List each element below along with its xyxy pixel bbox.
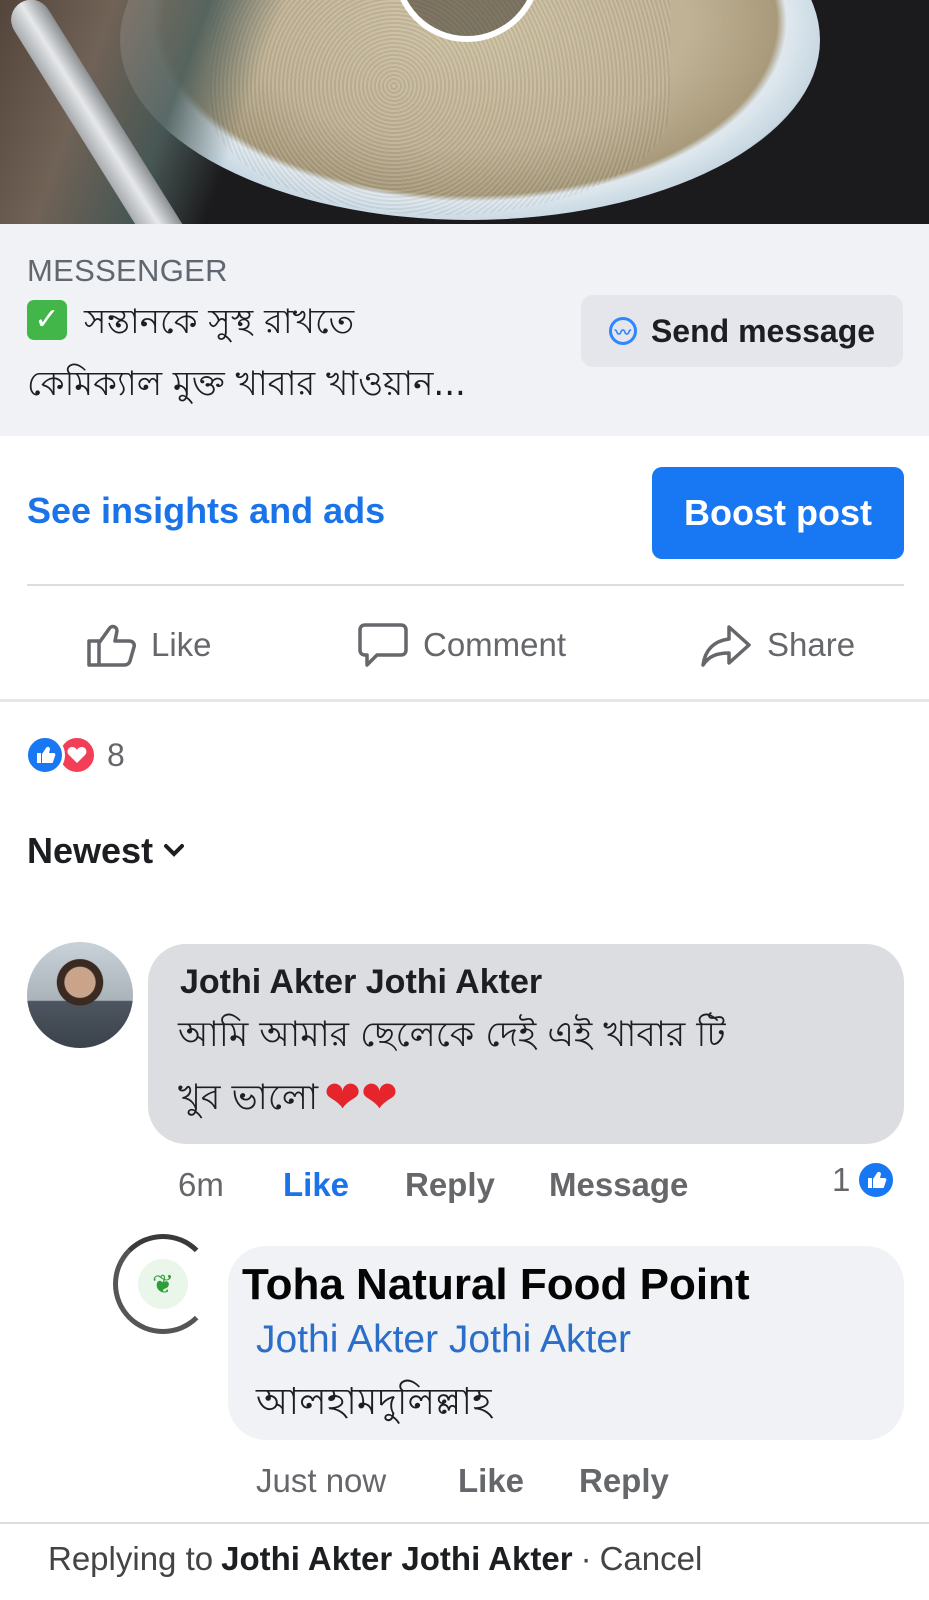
divider (0, 699, 929, 702)
chevron-down-icon (164, 844, 185, 857)
comment-icon (358, 623, 408, 667)
check-mark-icon: ✓ (27, 300, 67, 340)
comment-author[interactable]: Jothi Akter Jothi Akter (180, 963, 542, 1002)
reply-author[interactable]: Toha Natural Food Point (242, 1260, 750, 1310)
share-icon (701, 625, 751, 667)
ad-headline-line1: সন্তানকে সুস্থ রাখতে (84, 302, 355, 342)
post-video[interactable] (0, 0, 929, 224)
divider (0, 1522, 929, 1524)
comment-timestamp: 6m (178, 1166, 224, 1203)
messenger-icon: 〰 (608, 317, 637, 345)
avatar[interactable] (27, 942, 133, 1048)
comment-like-button[interactable]: Like (283, 1166, 349, 1204)
thumbs-up-icon (87, 624, 136, 667)
sort-label: Newest (27, 830, 154, 871)
reply-reply-button[interactable]: Reply (579, 1462, 669, 1500)
comment-like-count[interactable]: 1 (832, 1160, 897, 1200)
reply-timestamp: Just now (256, 1462, 387, 1499)
comment-button[interactable]: Comment (357, 615, 566, 675)
boost-post-button[interactable]: Boost post (652, 467, 904, 559)
replying-to-name: Jothi Akter Jothi Akter (221, 1540, 573, 1577)
share-button[interactable]: Share (699, 615, 855, 675)
leaf-logo-icon: ❦ (138, 1259, 188, 1309)
heart-emoji-icon: ❤❤ (324, 1072, 398, 1123)
reaction-summary[interactable]: 8 (25, 733, 125, 777)
send-message-label: Send message (650, 312, 876, 349)
share-label: Share (767, 626, 856, 663)
like-reaction-icon (25, 735, 65, 775)
send-message-button[interactable]: 〰 Send message (581, 295, 903, 367)
reply-like-button[interactable]: Like (458, 1462, 524, 1500)
comment-reply-button[interactable]: Reply (405, 1166, 495, 1204)
cancel-reply-button[interactable]: Cancel (600, 1540, 703, 1578)
divider (27, 584, 904, 586)
comment-label: Comment (423, 626, 567, 663)
replying-prefix: Replying to (48, 1540, 214, 1577)
reply-text: আলহামদুলিল্লাহ (256, 1380, 492, 1423)
comment-sort-dropdown[interactable]: Newest (27, 830, 185, 872)
comment-like-count-value: 1 (832, 1161, 851, 1198)
like-button[interactable]: Like (85, 615, 212, 675)
comment-text: খুব ভালো (178, 1078, 319, 1118)
see-insights-link[interactable]: See insights and ads (27, 490, 385, 532)
comment-text-line1: আমি আমার ছেলেকে দেই এই খাবার টি (178, 1015, 726, 1055)
ad-label: MESSENGER (27, 253, 228, 288)
replying-to-bar: Replying to Jothi Akter Jothi Akter · Ca… (48, 1540, 702, 1578)
reply-mention[interactable]: Jothi Akter Jothi Akter (256, 1318, 631, 1362)
like-label: Like (151, 626, 212, 663)
like-reaction-icon (856, 1160, 897, 1200)
page-avatar[interactable]: ❦ (113, 1234, 213, 1334)
ad-headline-line2: কেমিক্যাল মুক্ত খাবার খাওয়ান... (27, 364, 466, 404)
comment-message-button[interactable]: Message (549, 1166, 688, 1204)
separator: · (580, 1540, 592, 1577)
comment-text-line2: খুব ভালো ❤❤ (178, 1075, 398, 1121)
reaction-count: 8 (107, 736, 125, 773)
